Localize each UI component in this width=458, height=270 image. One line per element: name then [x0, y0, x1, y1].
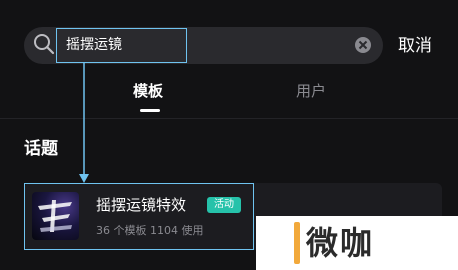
highlight-result-box: [24, 183, 254, 250]
divider: [0, 118, 458, 119]
cancel-button[interactable]: 取消: [398, 32, 432, 60]
section-title: 话题: [24, 139, 58, 159]
search-icon[interactable]: [33, 33, 55, 55]
clear-icon[interactable]: [353, 35, 373, 55]
highlight-search-box: [56, 28, 187, 63]
watermark-accent: [294, 222, 300, 264]
tab-template[interactable]: 模板: [133, 79, 163, 103]
active-tab-indicator: [140, 109, 160, 112]
watermark-logo: 微咖: [306, 224, 375, 262]
tab-user[interactable]: 用户: [296, 79, 326, 103]
